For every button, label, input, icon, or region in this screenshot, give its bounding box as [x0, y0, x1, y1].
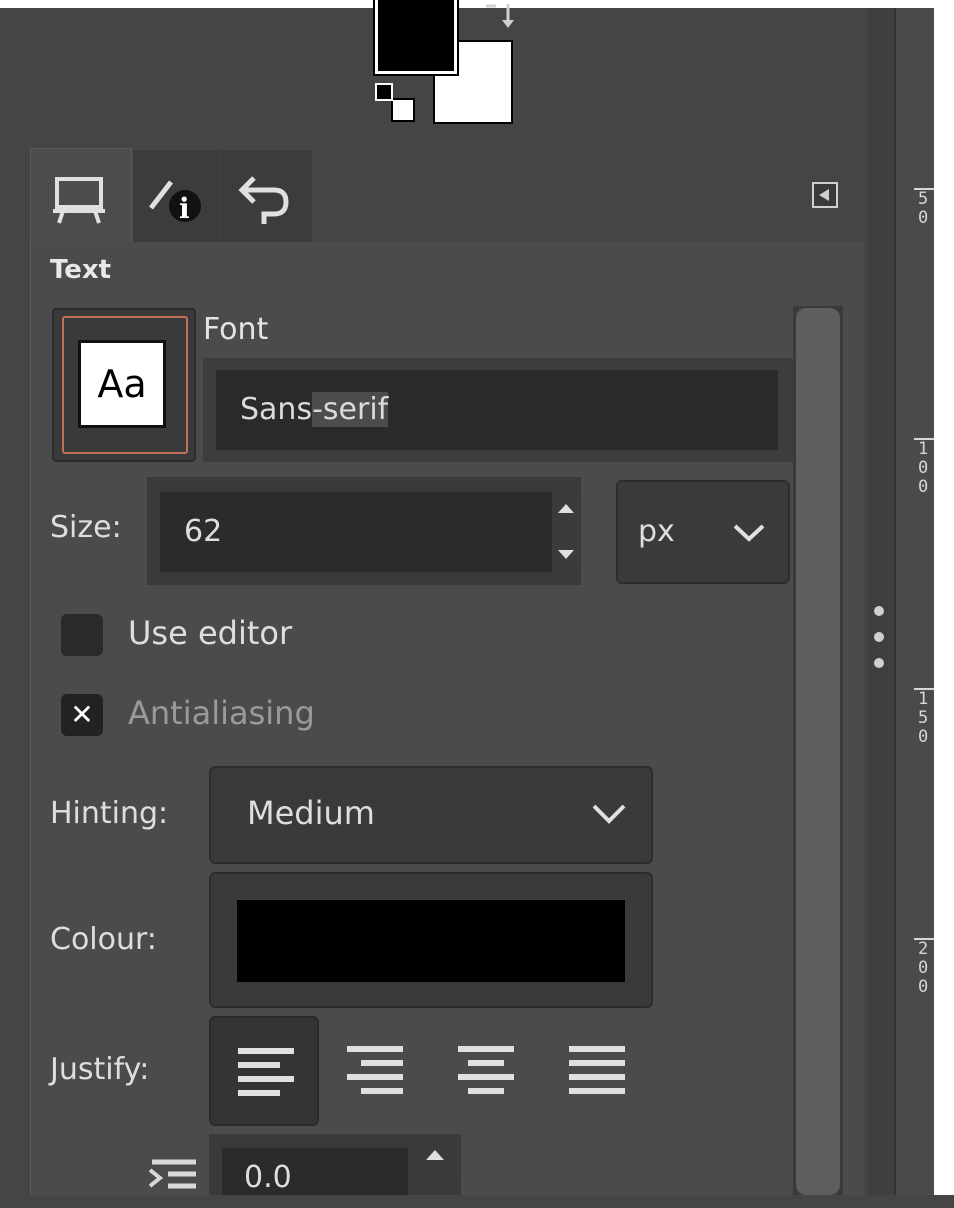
font-preview: Aa: [78, 340, 166, 428]
ruler-label: 1 0 0: [918, 439, 929, 497]
dock-resize-handle[interactable]: [873, 606, 885, 670]
size-decrement-button[interactable]: [553, 532, 579, 572]
justify-center-button[interactable]: [446, 1016, 556, 1126]
antialiasing-label[interactable]: Antialiasing: [128, 694, 315, 732]
panel-title: Text: [50, 255, 112, 285]
tool-options-icon: [53, 177, 105, 224]
indent-input[interactable]: 0.0: [222, 1148, 408, 1195]
undo-history-icon: [238, 176, 289, 224]
vertical-ruler: 5 0 1 0 0 1 5 0 2 0 0: [894, 8, 936, 1195]
justify-left-button[interactable]: [209, 1016, 319, 1126]
panel-menu-button[interactable]: [812, 182, 838, 208]
device-status-icon: i: [149, 180, 201, 225]
size-label: Size:: [50, 510, 122, 545]
tab-undo-history[interactable]: [220, 150, 312, 242]
dock-gutter: [868, 8, 894, 1195]
justify-fill-button[interactable]: [557, 1016, 667, 1126]
tab-device-status[interactable]: i: [133, 150, 219, 242]
unit-value: px: [638, 514, 675, 549]
default-colours-icon-fg: [375, 83, 393, 101]
use-editor-checkbox[interactable]: [61, 614, 103, 656]
ruler-label: 5 0: [918, 189, 929, 228]
justify-label: Justify:: [50, 1052, 150, 1087]
right-edge: [934, 0, 954, 1195]
tab-tool-options[interactable]: [30, 148, 132, 244]
hinting-dropdown[interactable]: Medium: [209, 766, 653, 864]
top-edge: [0, 0, 954, 8]
font-label: Font: [203, 312, 269, 347]
unit-dropdown[interactable]: px: [616, 480, 790, 584]
font-input-selection: -serif: [312, 392, 389, 427]
indent-icon: [148, 1159, 196, 1189]
size-input[interactable]: 62: [160, 492, 552, 572]
ruler-label: 2 0 0: [918, 939, 929, 997]
chevron-down-icon: [733, 524, 765, 542]
size-increment-button[interactable]: [553, 492, 579, 532]
hinting-value: Medium: [247, 794, 375, 832]
colour-label: Colour:: [50, 922, 157, 957]
justify-right-button[interactable]: [335, 1016, 445, 1126]
check-icon: ✕: [70, 698, 94, 731]
font-input[interactable]: Sans-serif: [216, 370, 778, 450]
antialiasing-checkbox[interactable]: ✕: [61, 694, 103, 736]
ruler-label: 1 5 0: [918, 689, 929, 747]
font-input-text: Sans: [240, 392, 313, 427]
foreground-colour-swatch[interactable]: [373, 0, 459, 76]
swap-colours-icon[interactable]: [482, 0, 522, 34]
default-colours-icon[interactable]: [391, 98, 415, 122]
chevron-down-icon: [592, 804, 626, 824]
svg-text:i: i: [179, 192, 190, 225]
hinting-label: Hinting:: [50, 796, 169, 831]
use-editor-label[interactable]: Use editor: [128, 614, 292, 652]
scrollbar-thumb[interactable]: [796, 308, 840, 1195]
indent-increment-button[interactable]: [409, 1134, 461, 1182]
colour-swatch: [237, 900, 625, 982]
